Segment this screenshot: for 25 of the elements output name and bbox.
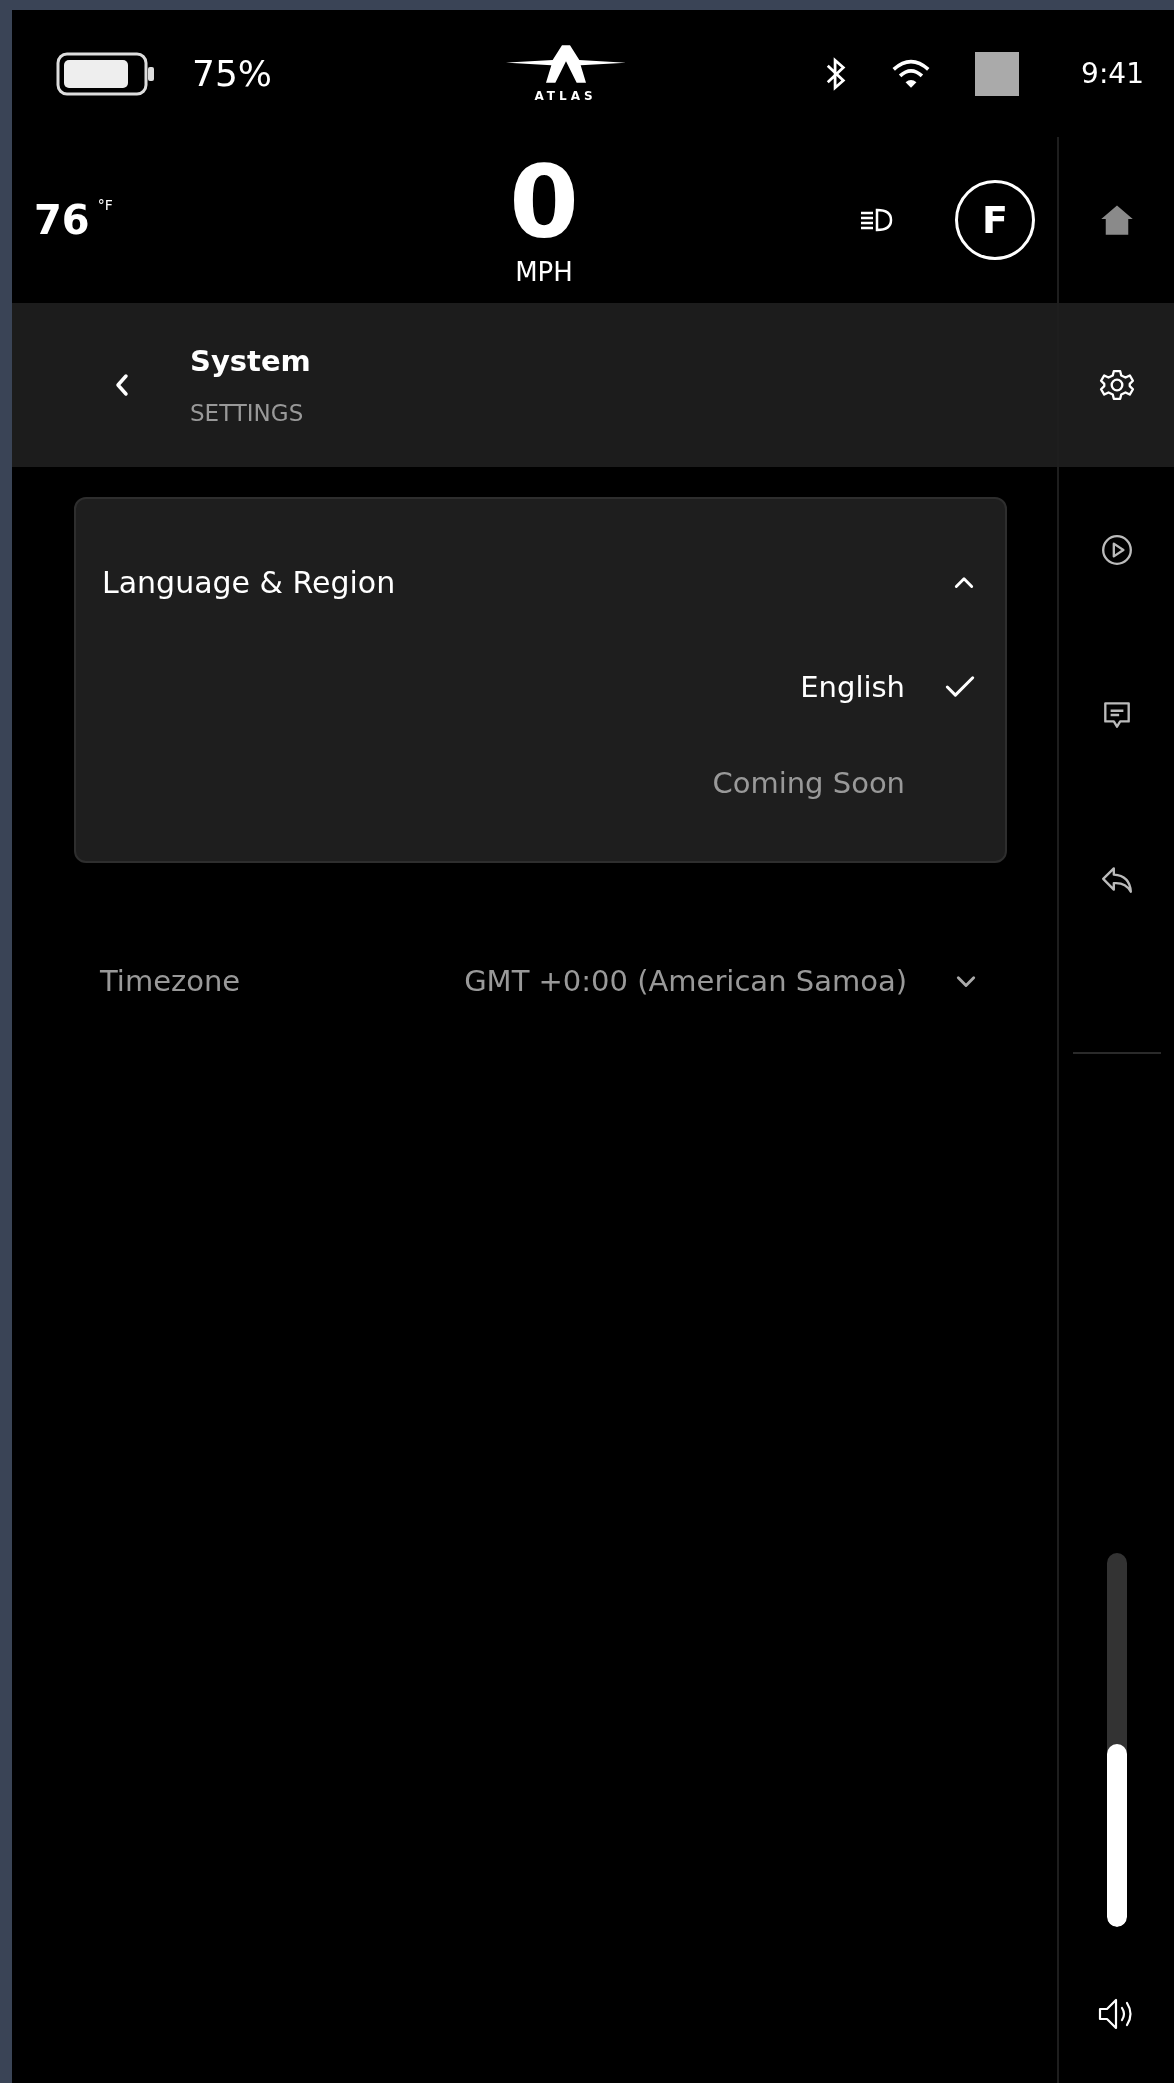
option-label[interactable]: English: [800, 670, 905, 704]
collapse-chevron-icon[interactable]: [953, 575, 975, 589]
gear-indicator: F: [955, 180, 1035, 260]
section-title: Language & Region: [102, 564, 396, 600]
headlight-icon: [859, 206, 895, 234]
battery-icon: [56, 51, 156, 96]
battery-percentage: 75%: [192, 53, 272, 94]
volume-slider[interactable]: [1106, 1553, 1127, 1927]
sidebar-settings-tab[interactable]: [1059, 303, 1174, 467]
speed-unit: MPH: [515, 257, 573, 287]
page-subtitle: SETTINGS: [190, 400, 305, 426]
temperature-unit: °F: [97, 197, 113, 213]
wifi-icon: [891, 58, 932, 89]
clock-time: 9:41: [1081, 57, 1144, 90]
page-title: System: [190, 344, 311, 378]
status-square-icon: [975, 51, 1020, 96]
timezone-value[interactable]: GMT +0:00 (American Samoa): [240, 964, 907, 998]
bluetooth-icon: [825, 55, 848, 92]
settings-icon: [1098, 368, 1135, 402]
back-chevron-icon: [114, 373, 130, 397]
brand-name: ATLAS: [534, 88, 597, 103]
speed-reading: 0: [509, 153, 579, 253]
timezone-label: Timezone: [100, 964, 241, 998]
expand-chevron-icon[interactable]: [955, 974, 977, 988]
temperature: 76: [34, 197, 90, 243]
